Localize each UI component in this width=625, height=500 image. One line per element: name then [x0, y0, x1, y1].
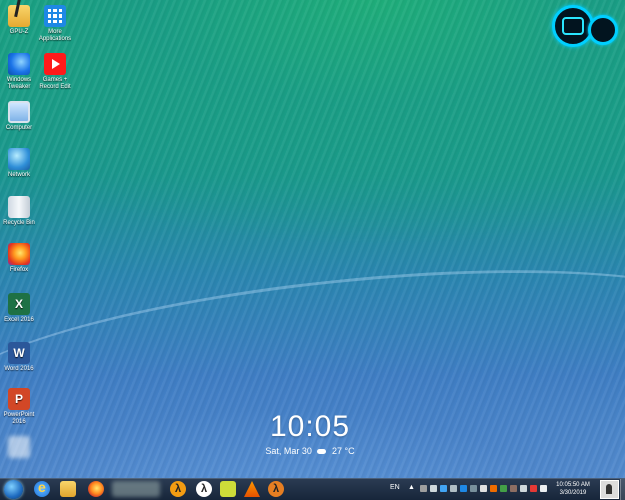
- tray-icon[interactable]: [510, 485, 517, 492]
- firefox-icon: [8, 243, 30, 265]
- tray-icon[interactable]: [470, 485, 477, 492]
- cloud-weather-icon: [317, 449, 327, 455]
- desktop-icon-label: PowerPoint 2016: [3, 412, 35, 425]
- tray-icon[interactable]: [460, 485, 467, 492]
- desktop-icon-more-apps[interactable]: More Applications: [36, 5, 74, 43]
- desktop-icon-games[interactable]: Games + Record Edit: [36, 53, 74, 91]
- firefox-taskbar-icon[interactable]: [88, 481, 104, 497]
- desktop-clock-time: 10:05: [269, 410, 351, 443]
- clock-date-text: Sat, Mar 30: [265, 446, 312, 456]
- show-desktop-button[interactable]: [620, 479, 625, 500]
- desktop-clock-date: Sat, Mar 30 27 °C: [255, 446, 365, 456]
- desktop-icon-label: Computer: [5, 125, 33, 131]
- desktop-icon-label: Excel 2016: [4, 317, 34, 323]
- volume-icon[interactable]: [540, 485, 547, 492]
- tray-icon[interactable]: [530, 485, 537, 492]
- recycle-bin-icon: [8, 196, 30, 218]
- start-button[interactable]: [4, 480, 23, 499]
- tray-icon[interactable]: [450, 485, 457, 492]
- half-life-2-icon[interactable]: λ: [196, 481, 212, 497]
- taskbar-time: 10:05:50 AM: [556, 482, 590, 488]
- gauge-inner-icon: [562, 17, 584, 35]
- powerpoint-icon: P: [8, 388, 30, 410]
- desktop-icon-label: Firefox: [9, 267, 29, 273]
- desktop-icon-firefox[interactable]: Firefox: [0, 243, 38, 274]
- tray-icon[interactable]: [440, 485, 447, 492]
- gauge-small-ring-icon: [588, 15, 618, 45]
- folder-icon: [8, 5, 30, 27]
- half-life-icon[interactable]: λ: [170, 481, 186, 497]
- apps-grid-icon: [44, 5, 66, 27]
- app-taskbar-icon[interactable]: [220, 481, 236, 497]
- desktop-icon-label: Games + Record Edit: [39, 77, 71, 90]
- desktop-icon-blurred[interactable]: [0, 436, 38, 460]
- half-life-episode-icon[interactable]: λ: [268, 481, 284, 497]
- youtube-icon: [44, 53, 66, 75]
- desktop-icon-computer[interactable]: Computer: [0, 101, 38, 132]
- desktop-icon-word[interactable]: W Word 2016: [0, 342, 38, 373]
- word-icon: W: [8, 342, 30, 364]
- blurred-app-icon: [8, 436, 30, 458]
- desktop-icon-windows-tweaker[interactable]: Windows Tweaker: [0, 53, 38, 91]
- desktop-icon-excel[interactable]: X Excel 2016: [0, 293, 38, 324]
- blurred-taskbar-item[interactable]: [112, 481, 160, 497]
- taskbar-clock[interactable]: 10:05:50 AM 3/30/2019: [548, 481, 598, 497]
- desktop-icon-recycle-bin[interactable]: Recycle Bin: [0, 196, 38, 227]
- tray-icon[interactable]: [490, 485, 497, 492]
- desktop-icon-network[interactable]: Network: [0, 148, 38, 179]
- file-explorer-icon[interactable]: [60, 481, 76, 497]
- clock-temperature: 27 °C: [331, 446, 355, 456]
- desktop-icon-label: Word 2016: [4, 366, 34, 372]
- network-tray-icon[interactable]: [520, 485, 527, 492]
- taskbar-date: 3/30/2019: [559, 490, 587, 496]
- language-indicator[interactable]: EN: [390, 484, 400, 491]
- excel-icon: X: [8, 293, 30, 315]
- edge-icon: [8, 53, 30, 75]
- show-hidden-icons-button[interactable]: ▲: [408, 484, 415, 491]
- desktop-icon-gpuz[interactable]: GPU-Z: [0, 5, 38, 36]
- user-avatar-icon[interactable]: [600, 480, 619, 499]
- desktop-icon-label: Recycle Bin: [3, 220, 35, 226]
- taskbar: λ λ λ EN ▲ 10:05:50 AM 3/30/2019: [0, 478, 625, 500]
- desktop-icon-powerpoint[interactable]: P PowerPoint 2016: [0, 388, 38, 426]
- system-monitor-gadget[interactable]: [552, 5, 622, 47]
- computer-icon: [8, 101, 30, 123]
- tray-icon[interactable]: [430, 485, 437, 492]
- internet-explorer-icon[interactable]: [34, 479, 50, 497]
- tray-icon[interactable]: [500, 485, 507, 492]
- tray-icon[interactable]: [480, 485, 487, 492]
- network-globe-icon: [8, 148, 30, 170]
- tray-icon[interactable]: [420, 485, 427, 492]
- desktop-icon-label: GPU-Z: [9, 29, 29, 35]
- desktop-icon-label: More Applications: [38, 29, 72, 42]
- desktop-icon-label: Windows Tweaker: [6, 77, 32, 90]
- vlc-icon[interactable]: [244, 481, 260, 497]
- desktop-icon-label: Network: [7, 172, 30, 178]
